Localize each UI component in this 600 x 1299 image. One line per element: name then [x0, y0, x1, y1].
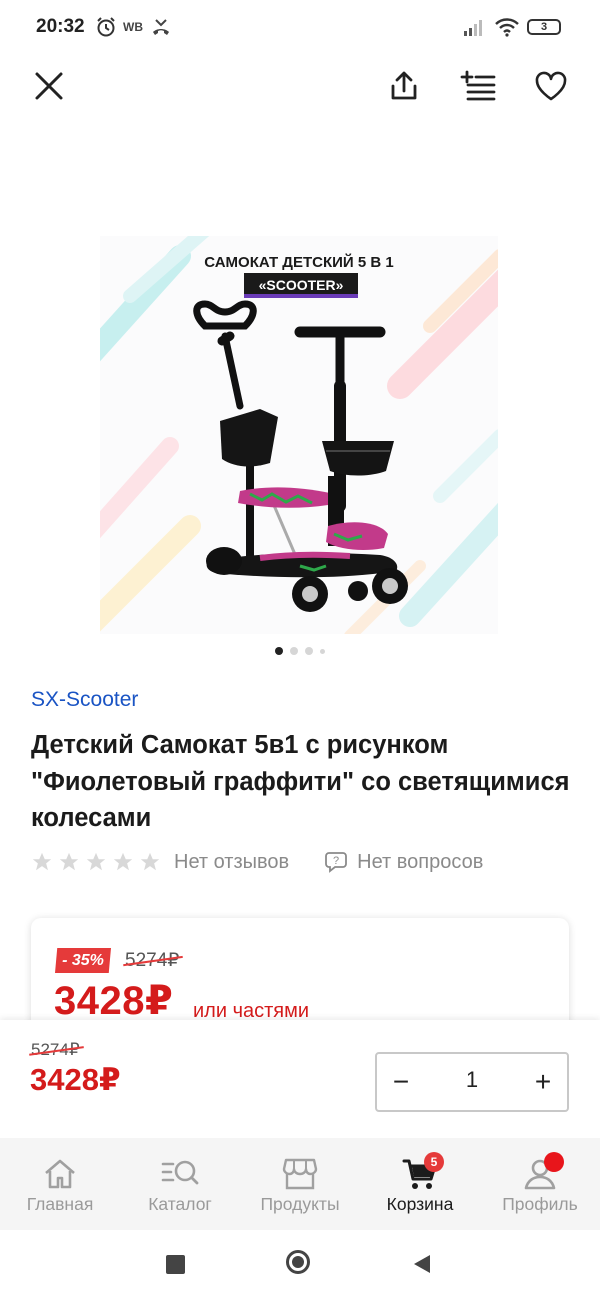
tab-catalog[interactable]: Каталог [120, 1138, 240, 1230]
tab-label: Продукты [260, 1194, 340, 1214]
banner-line1: САМОКАТ ДЕТСКИЙ 5 В 1 [204, 253, 393, 271]
gallery-dot[interactable] [305, 647, 313, 655]
close-button[interactable] [27, 64, 71, 108]
tab-label: Профиль [502, 1194, 578, 1214]
share-icon [391, 71, 417, 100]
status-bar: 20:32 WB 3 [0, 0, 600, 56]
share-button[interactable] [382, 64, 426, 108]
gallery-dot[interactable] [320, 648, 325, 654]
star-icon [113, 852, 133, 871]
sticky-current-price: 3428₽ [30, 1062, 121, 1097]
alarm-icon [97, 17, 115, 37]
tab-label: Главная [26, 1194, 94, 1214]
scooter-product-image: САМОКАТ ДЕТСКИЙ 5 В 1 «SCOOTER» [100, 236, 498, 634]
quantity-stepper: − 1 + [375, 1052, 569, 1112]
gallery-dot[interactable] [275, 647, 283, 655]
missed-call-icon [153, 19, 169, 35]
questions-icon: ? [325, 852, 348, 873]
quantity-value: 1 [465, 1067, 479, 1092]
star-icon [86, 852, 106, 871]
close-icon [35, 72, 63, 100]
star-icon [59, 852, 79, 871]
recent-apps-button[interactable] [166, 1255, 185, 1274]
home-button-dot [292, 1256, 304, 1268]
cart-count-badge: 5 [424, 1152, 444, 1172]
add-to-list-button[interactable] [456, 64, 500, 108]
gallery-dot[interactable] [290, 647, 298, 655]
battery-level: 3 [540, 21, 548, 33]
product-title: Детский Самокат 5в1 с рисунком "Фиолетов… [31, 731, 570, 832]
back-button[interactable] [412, 1253, 432, 1275]
tab-home[interactable]: Главная [0, 1138, 120, 1230]
current-price: 3428₽ [54, 979, 174, 1023]
status-time: 20:32 [36, 16, 85, 37]
rating-row: Нет отзывов ? Нет вопросов [31, 848, 483, 876]
star-icon [140, 852, 160, 871]
sticky-old-price: 5274₽ [31, 1040, 80, 1059]
profile-notification-dot [544, 1152, 564, 1172]
tab-label: Корзина [386, 1194, 454, 1214]
catalog-search-icon [161, 1160, 199, 1185]
signal-icon [464, 20, 482, 36]
old-price: 5274₽ [125, 950, 180, 971]
star-icon [32, 852, 52, 871]
tab-label: Каталог [148, 1194, 212, 1214]
increase-quantity-button[interactable]: + [519, 1054, 567, 1110]
home-button[interactable] [286, 1250, 310, 1274]
brand-link[interactable]: SX-Scooter [31, 688, 138, 712]
battery-icon: 3 [527, 19, 561, 35]
reviews-link[interactable]: Нет отзывов [174, 851, 289, 874]
svg-text:?: ? [333, 855, 339, 867]
bottom-tab-bar: Главная Каталог Продукты Корзина Профиль [0, 1138, 600, 1230]
add-to-list-icon [460, 70, 496, 101]
wb-status-icon: WB [123, 20, 143, 34]
system-navigation-bar [0, 1230, 600, 1299]
favorite-button[interactable] [529, 64, 573, 108]
sticky-price-bar: 5274₽ 3428₽ − 1 + [0, 1020, 600, 1138]
heart-icon [535, 71, 567, 101]
tab-profile[interactable]: Профиль [480, 1138, 600, 1230]
discount-badge: - 35% [55, 948, 111, 973]
store-icon [282, 1158, 318, 1190]
gallery-pagination [0, 646, 600, 656]
home-icon [45, 1159, 75, 1189]
tab-products[interactable]: Продукты [240, 1138, 360, 1230]
tab-cart[interactable]: Корзина [360, 1138, 480, 1230]
decrease-quantity-button[interactable]: − [377, 1054, 425, 1110]
product-image-gallery[interactable]: САМОКАТ ДЕТСКИЙ 5 В 1 «SCOOTER» [100, 236, 498, 634]
wifi-icon [495, 18, 519, 37]
banner-line2: «SCOOTER» [259, 277, 344, 293]
questions-link[interactable]: Нет вопросов [357, 851, 483, 874]
